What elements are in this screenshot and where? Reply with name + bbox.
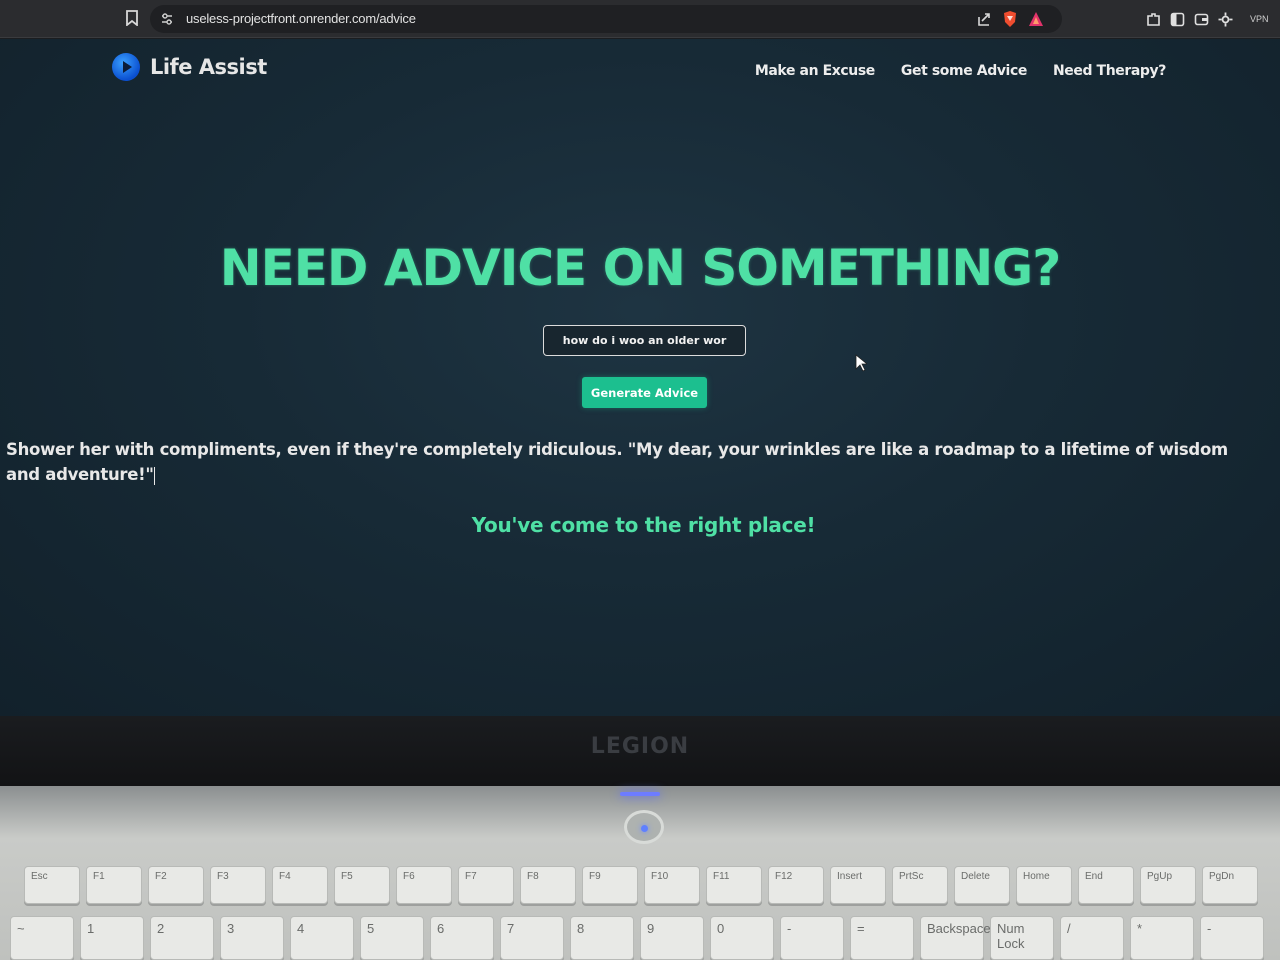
keyboard-key: F5 [334,866,390,904]
keyboard-key: 3 [220,916,284,960]
mouse-pointer-icon [855,354,867,372]
web-page: Life Assist Make an Excuse Get some Advi… [0,39,1280,716]
keyboard-key: 7 [500,916,564,960]
sidebar-icon[interactable] [1170,12,1185,27]
keyboard-key: F11 [706,866,762,904]
share-icon[interactable] [976,11,992,27]
tagline: You've come to the right place! [471,513,816,537]
keyboard-key: End [1078,866,1134,904]
laptop-keyboard-deck: Esc F1 F2 F3 F4 F5 F6 F7 F8 F9 F10 F11 F12 Insert PrtS… [0,786,1280,960]
url-text: useless-projectfront.onrender.com/advice [186,11,416,26]
keyboard-key: 0 [710,916,774,960]
keyboard-key: ~ [10,916,74,960]
keyboard-key: F4 [272,866,328,904]
keyboard-key: / [1060,916,1124,960]
keyboard-key: Backspace [920,916,991,960]
keyboard-key: 6 [430,916,494,960]
keyboard-key: - [780,916,844,960]
extension-icon[interactable] [1146,12,1161,27]
brand[interactable]: Life Assist [112,53,267,81]
site-info-icon[interactable] [160,12,174,26]
nav-make-an-excuse[interactable]: Make an Excuse [755,63,875,79]
page-headline: NEED ADVICE ON SOMETHING? [219,239,1061,297]
keyboard-key: 9 [640,916,704,960]
nav-need-therapy[interactable]: Need Therapy? [1053,63,1166,79]
wallet-icon[interactable] [1194,12,1209,27]
keyboard-key: F7 [458,866,514,904]
advice-question-input[interactable] [543,325,746,356]
brand-name: Life Assist [150,55,267,79]
keyboard-key: Esc [24,866,80,904]
keyboard-key: Num Lock [990,916,1054,960]
main-nav: Make an Excuse Get some Advice Need Ther… [755,63,1167,79]
number-key-row: ~1 2 3 4 5 6 7 8 9 0- = Backspace Num Lock / * - [10,916,1264,960]
keyboard-key: Home [1016,866,1072,904]
nav-get-some-advice[interactable]: Get some Advice [901,63,1027,79]
brave-shields-icon[interactable] [1002,10,1018,28]
laptop-bezel: LEGION [0,716,1280,786]
address-bar[interactable]: useless-projectfront.onrender.com/advice [150,5,1062,33]
keyboard-key: 5 [360,916,424,960]
vpn-label[interactable]: VPN [1250,14,1269,24]
keyboard-key: PgDn [1202,866,1258,904]
brave-rewards-icon[interactable] [1028,11,1044,27]
keyboard-key: F8 [520,866,576,904]
play-logo-icon [112,53,140,81]
text-cursor [153,466,155,485]
advice-output: Shower her with compliments, even if the… [6,437,1246,487]
bookmark-icon[interactable] [126,10,138,26]
keyboard-key: F9 [582,866,638,904]
generate-advice-button[interactable]: Generate Advice [582,377,707,408]
settings-gear-icon[interactable] [1218,12,1233,27]
keyboard-key: F2 [148,866,204,904]
keyboard-key: F10 [644,866,700,904]
keyboard-key: PrtSc [892,866,948,904]
keyboard-key: Insert [830,866,886,904]
keyboard-key: 1 [80,916,144,960]
keyboard-key: 8 [570,916,634,960]
function-key-row: Esc F1 F2 F3 F4 F5 F6 F7 F8 F9 F10 F11 F12 Insert PrtS… [24,866,1258,904]
laptop-brand: LEGION [590,734,690,759]
keyboard-key: F6 [396,866,452,904]
status-light [620,792,660,796]
toolbar-icons [1146,12,1233,27]
keyboard-key: 2 [150,916,214,960]
browser-toolbar: useless-projectfront.onrender.com/advice… [0,0,1280,38]
advice-output-text: Shower her with compliments, even if the… [6,440,1228,484]
keyboard-key: - [1200,916,1264,960]
keyboard-key: 4 [290,916,354,960]
keyboard-key: PgUp [1140,866,1196,904]
keyboard-key: F12 [768,866,824,904]
keyboard-key: F1 [86,866,142,904]
keyboard-key: = [850,916,914,960]
keyboard-key: Delete [954,866,1010,904]
keyboard-key: F3 [210,866,266,904]
power-button [624,810,664,844]
keyboard-key: * [1130,916,1194,960]
